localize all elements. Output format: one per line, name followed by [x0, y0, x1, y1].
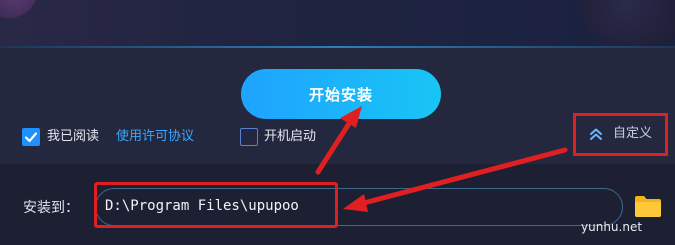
folder-icon[interactable]	[634, 194, 662, 218]
autostart-label: 开机启动	[264, 129, 317, 144]
start-install-button[interactable]: 开始安装	[241, 69, 441, 119]
annotation-box-path	[94, 182, 338, 228]
agreement-label: 我已阅读	[47, 129, 100, 144]
decorative-planet-right	[578, 0, 675, 50]
start-install-label: 开始安装	[308, 85, 373, 104]
annotation-box-custom	[573, 113, 668, 156]
agreement-checkbox[interactable]	[22, 128, 40, 146]
license-agreement-link[interactable]: 使用许可协议	[116, 128, 194, 146]
autostart-checkbox[interactable]	[240, 128, 258, 146]
install-path-label: 安装到：	[23, 200, 79, 216]
top-banner	[0, 0, 675, 50]
checkmark-icon	[24, 132, 38, 143]
watermark: yunhu.net	[581, 220, 643, 234]
decorative-planet-left	[0, 0, 38, 18]
installer-window: 开始安装 我已阅读 使用许可协议 开机启动 自定义 安装到： D:\Progra…	[0, 0, 675, 245]
